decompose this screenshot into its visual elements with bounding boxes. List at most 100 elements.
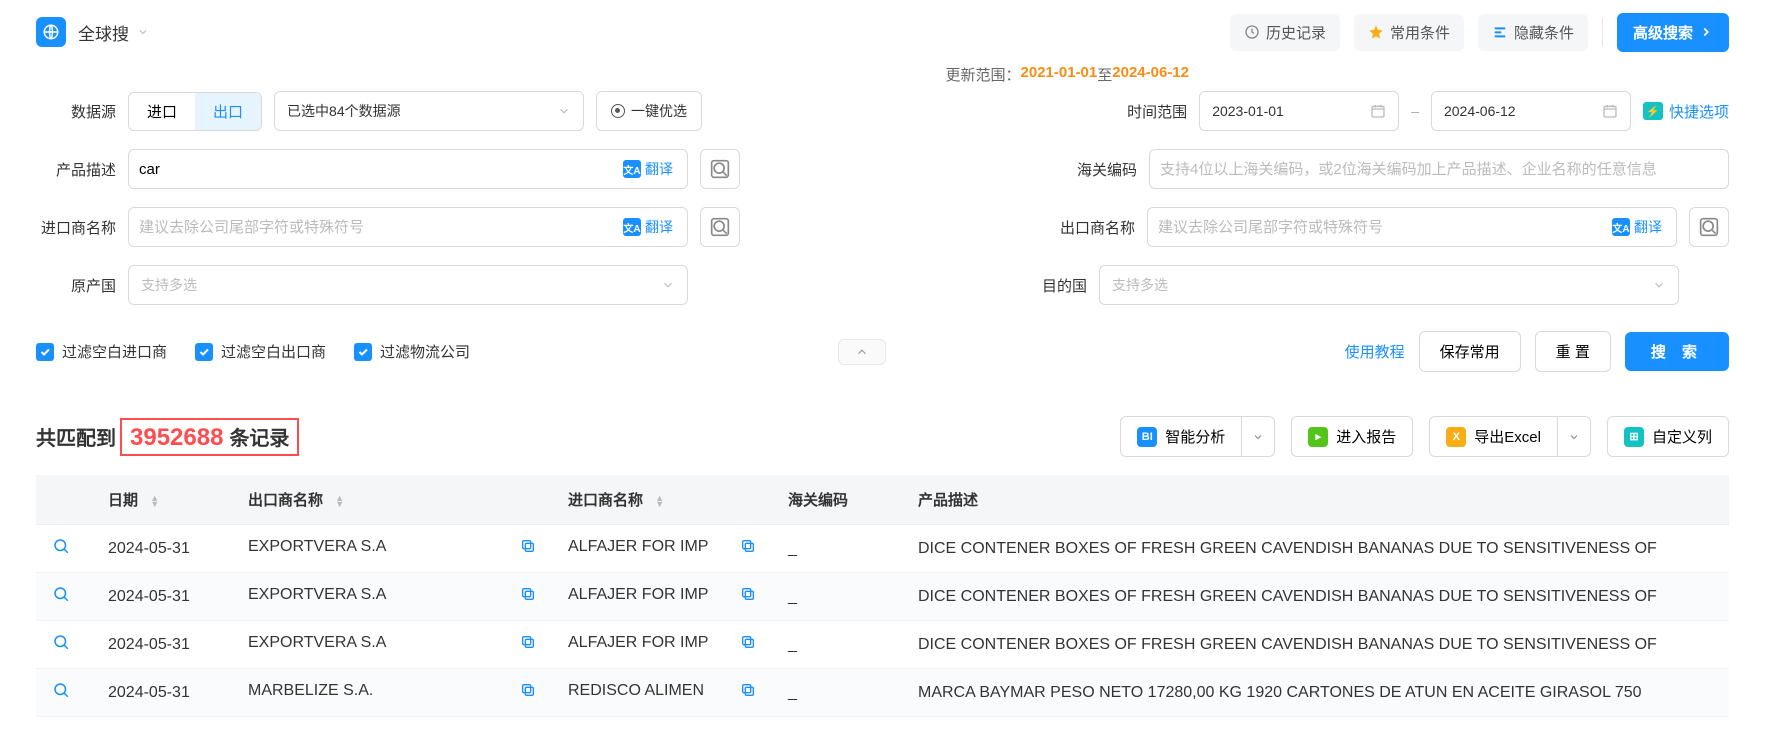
cell-date: 2024-05-31 xyxy=(92,669,232,717)
chevron-down-icon xyxy=(1252,431,1264,443)
export-tab[interactable]: 出口 xyxy=(195,93,261,130)
filter-empty-importer-checkbox[interactable]: 过滤空白进口商 xyxy=(36,341,167,362)
results-table: 日期 ▲▼ 出口商名称 ▲▼ 进口商名称 ▲▼ 海关编码 产品描述 2024-0… xyxy=(36,475,1729,717)
translate-button[interactable]: 文A 翻译 xyxy=(619,157,677,181)
cell-importer: ALFAJER FOR IMP xyxy=(552,621,772,669)
cell-desc: DICE CONTENER BOXES OF FRESH GREEN CAVEN… xyxy=(902,621,1729,669)
table-row: 2024-05-31EXPORTVERA S.AALFAJER FOR IMP_… xyxy=(36,525,1729,573)
exporter-label: 出口商名称 xyxy=(1055,217,1135,238)
checkbox-checked-icon xyxy=(195,343,213,361)
chevron-down-icon xyxy=(557,104,571,118)
translate-button[interactable]: 文A 翻译 xyxy=(619,215,677,239)
origin-select[interactable]: 支持多选 xyxy=(128,265,688,305)
cell-importer: ALFAJER FOR IMP xyxy=(552,525,772,573)
quick-options-link[interactable]: ⚡ 快捷选项 xyxy=(1643,101,1729,122)
custom-columns-button[interactable]: ⊞ 自定义列 xyxy=(1607,416,1729,457)
table-row: 2024-05-31EXPORTVERA S.AALFAJER FOR IMP_… xyxy=(36,573,1729,621)
product-desc-field: 文A 翻译 xyxy=(128,149,688,189)
collapse-icon xyxy=(1492,24,1508,40)
filter-empty-exporter-checkbox[interactable]: 过滤空白出口商 xyxy=(195,341,326,362)
filter-logistics-checkbox[interactable]: 过滤物流公司 xyxy=(354,341,470,362)
cell-importer: REDISCO ALIMEN xyxy=(552,669,772,717)
exporter-lookup-button[interactable] xyxy=(1689,207,1729,247)
translate-icon: 文A xyxy=(623,218,641,236)
smart-analysis-button[interactable]: BI 智能分析 xyxy=(1120,416,1242,457)
data-source-label: 数据源 xyxy=(36,101,116,122)
row-detail-button[interactable] xyxy=(52,590,70,607)
exporter-field: 文A 翻译 xyxy=(1147,207,1677,247)
hide-conditions-button[interactable]: 隐藏条件 xyxy=(1478,14,1588,51)
star-icon xyxy=(1368,24,1384,40)
history-button[interactable]: 历史记录 xyxy=(1230,14,1340,51)
sort-icon: ▲▼ xyxy=(655,495,664,507)
smart-analysis-split: BI 智能分析 xyxy=(1120,416,1275,457)
clock-icon xyxy=(1244,24,1260,40)
update-range-text: 更新范围： 2021-01-01 至 2024-06-12 xyxy=(36,64,1729,85)
chevron-down-icon xyxy=(137,26,149,38)
copy-icon[interactable] xyxy=(520,682,536,703)
calendar-icon xyxy=(1370,103,1386,119)
export-excel-button[interactable]: X 导出Excel xyxy=(1429,416,1558,457)
row-detail-button[interactable] xyxy=(52,686,70,703)
sort-icon: ▲▼ xyxy=(150,495,159,507)
col-date[interactable]: 日期 ▲▼ xyxy=(92,475,232,525)
col-hs: 海关编码 xyxy=(772,475,902,525)
col-detail xyxy=(36,475,92,525)
importer-lookup-button[interactable] xyxy=(700,207,740,247)
cell-importer: ALFAJER FOR IMP xyxy=(552,573,772,621)
calendar-icon xyxy=(1602,103,1618,119)
globe-icon xyxy=(36,17,66,47)
enter-report-button[interactable]: ▸ 进入报告 xyxy=(1291,416,1413,457)
scan-icon xyxy=(710,159,730,179)
copy-icon[interactable] xyxy=(740,538,756,559)
checkbox-checked-icon xyxy=(36,343,54,361)
reset-button[interactable]: 重 置 xyxy=(1535,331,1611,372)
one-click-optimize-button[interactable]: 一键优选 xyxy=(596,91,702,131)
cell-desc: MARCA BAYMAR PESO NETO 17280,00 KG 1920 … xyxy=(902,669,1729,717)
row-detail-button[interactable] xyxy=(52,638,70,655)
advanced-search-button[interactable]: 高级搜索 xyxy=(1617,13,1729,52)
row-detail-button[interactable] xyxy=(52,542,70,559)
date-separator: – xyxy=(1411,103,1419,119)
smart-analysis-dropdown[interactable] xyxy=(1242,416,1275,457)
copy-icon[interactable] xyxy=(520,538,536,559)
col-exporter[interactable]: 出口商名称 ▲▼ xyxy=(232,475,552,525)
copy-icon[interactable] xyxy=(740,586,756,607)
translate-button[interactable]: 文A 翻译 xyxy=(1608,215,1666,239)
import-tab[interactable]: 进口 xyxy=(129,93,195,130)
checkbox-checked-icon xyxy=(354,343,372,361)
collapse-form-button[interactable] xyxy=(838,339,886,365)
copy-icon[interactable] xyxy=(520,634,536,655)
importer-input[interactable] xyxy=(139,219,619,236)
data-source-select[interactable]: 已选中84个数据源 xyxy=(274,91,584,131)
copy-icon[interactable] xyxy=(520,586,536,607)
cell-exporter: EXPORTVERA S.A xyxy=(232,573,552,621)
date-to-input[interactable]: 2024-06-12 xyxy=(1431,91,1631,131)
hs-code-label: 海关编码 xyxy=(1057,159,1137,180)
cell-hs: _ xyxy=(772,621,902,669)
export-excel-dropdown[interactable] xyxy=(1558,416,1591,457)
favorites-button[interactable]: 常用条件 xyxy=(1354,14,1464,51)
product-desc-input[interactable] xyxy=(139,161,619,178)
hs-code-input[interactable] xyxy=(1160,161,1718,178)
search-button[interactable]: 搜 索 xyxy=(1625,332,1729,371)
save-common-button[interactable]: 保存常用 xyxy=(1419,331,1521,372)
tutorial-link[interactable]: 使用教程 xyxy=(1345,341,1405,362)
exporter-input[interactable] xyxy=(1158,219,1608,236)
chevron-down-icon xyxy=(1568,431,1580,443)
excel-icon: X xyxy=(1446,427,1466,447)
chevron-right-icon xyxy=(1699,25,1713,39)
product-lookup-button[interactable] xyxy=(700,149,740,189)
copy-icon[interactable] xyxy=(740,634,756,655)
copy-icon[interactable] xyxy=(740,682,756,703)
report-icon: ▸ xyxy=(1308,427,1328,447)
date-from-input[interactable]: 2023-01-01 xyxy=(1199,91,1399,131)
cell-hs: _ xyxy=(772,573,902,621)
search-scope-dropdown[interactable]: 全球搜 xyxy=(78,20,149,45)
chevron-down-icon xyxy=(1652,278,1666,292)
destination-label: 目的国 xyxy=(1007,275,1087,296)
scan-icon xyxy=(710,217,730,237)
analysis-icon: BI xyxy=(1137,427,1157,447)
destination-select[interactable]: 支持多选 xyxy=(1099,265,1679,305)
col-importer[interactable]: 进口商名称 ▲▼ xyxy=(552,475,772,525)
